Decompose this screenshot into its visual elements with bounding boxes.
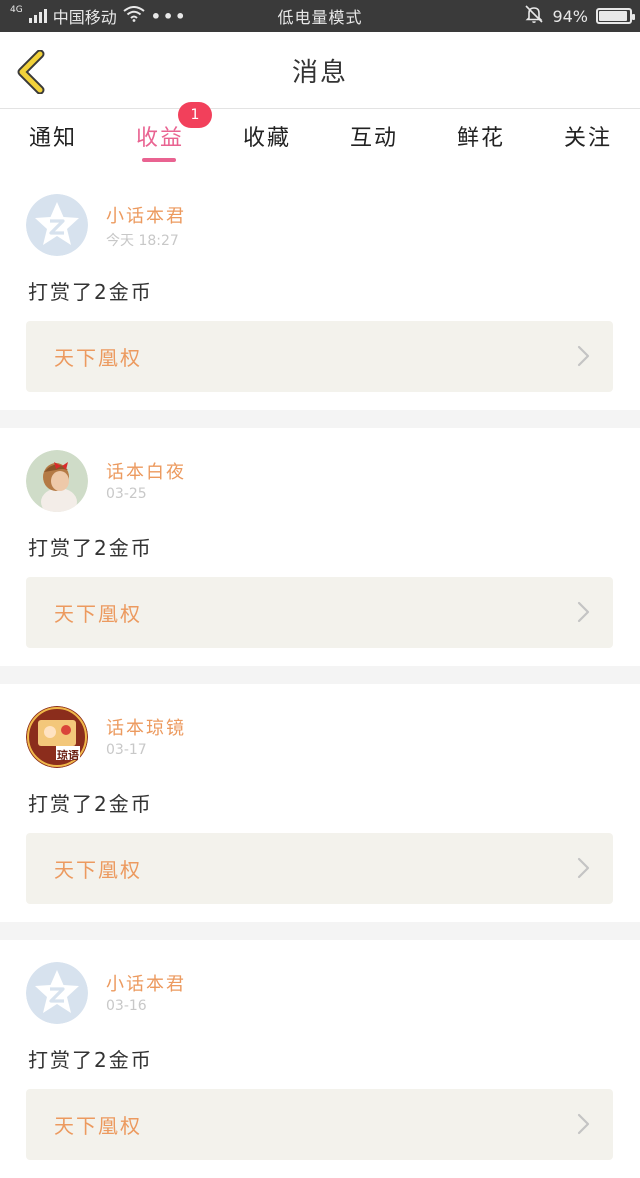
tab-favorites[interactable]: 收藏	[227, 120, 307, 164]
book-link[interactable]: 天下凰权	[26, 1089, 613, 1160]
feed-item: 话本白夜 03-25 打赏了2金币 天下凰权	[0, 428, 640, 666]
feed-item: 小话本君 今天 18:27 打赏了2金币 天下凰权	[0, 172, 640, 410]
tab-bar: 通知 收益 收藏 互动 鲜花 关注	[0, 110, 640, 172]
page-title: 消息	[291, 58, 348, 88]
tab-interactions[interactable]: 互动	[334, 120, 414, 164]
feed-divider	[0, 922, 640, 940]
timestamp: 今天 18:27	[106, 233, 179, 249]
message-feed: 小话本君 今天 18:27 打赏了2金币 天下凰权 话本白夜 03-25 打赏了…	[0, 172, 640, 1178]
username[interactable]: 小话本君	[106, 970, 186, 996]
book-link[interactable]: 天下凰权	[26, 321, 613, 392]
avatar[interactable]	[26, 450, 88, 512]
book-title: 天下凰权	[54, 602, 142, 626]
username[interactable]: 话本琼镜	[106, 714, 186, 740]
message-text: 打赏了2金币	[28, 792, 153, 816]
timestamp: 03-25	[106, 486, 147, 502]
battery-percent: 94%	[552, 6, 588, 26]
timestamp: 03-17	[106, 742, 147, 758]
nav-bar: 消息	[0, 32, 640, 109]
message-text: 打赏了2金币	[28, 280, 153, 304]
tab-label: 关注	[563, 126, 612, 151]
message-text: 打赏了2金币	[28, 536, 153, 560]
book-title: 天下凰权	[54, 858, 142, 882]
avatar-caption: 琼语	[57, 749, 79, 762]
feed-divider	[0, 410, 640, 428]
feed-divider	[0, 666, 640, 684]
chevron-right-icon	[577, 1113, 590, 1135]
silent-bell-icon	[524, 4, 544, 28]
feed-item: 小话本君 03-16 打赏了2金币 天下凰权	[0, 940, 640, 1178]
chevron-right-icon	[577, 345, 590, 367]
battery-icon	[596, 8, 635, 24]
status-bar: 4G 中国移动 ••• 低电量模式 94%	[0, 0, 640, 32]
feed-item: 琼语 话本琼镜 03-17 打赏了2金币 天下凰权	[0, 684, 640, 922]
tab-following[interactable]: 关注	[548, 120, 628, 164]
book-title: 天下凰权	[54, 346, 142, 370]
avatar[interactable]	[26, 962, 88, 1024]
timestamp: 03-16	[106, 998, 147, 1014]
earnings-badge: 1	[178, 102, 212, 128]
tab-label: 收益	[135, 126, 184, 151]
active-tab-indicator	[142, 158, 176, 162]
user-photo-icon	[26, 450, 88, 512]
book-title: 天下凰权	[54, 1114, 142, 1138]
tab-label: 通知	[28, 126, 77, 151]
message-text: 打赏了2金币	[28, 1048, 153, 1072]
book-link[interactable]: 天下凰权	[26, 577, 613, 648]
qq-default-avatar-icon	[26, 962, 88, 1024]
tab-flowers[interactable]: 鲜花	[441, 120, 521, 164]
avatar[interactable]	[26, 194, 88, 256]
chevron-right-icon	[577, 857, 590, 879]
book-link[interactable]: 天下凰权	[26, 833, 613, 904]
status-right: 94%	[524, 0, 635, 32]
avatar[interactable]: 琼语	[26, 706, 88, 768]
qq-default-avatar-icon	[26, 194, 88, 256]
tab-label: 收藏	[242, 126, 291, 151]
battery-fill	[599, 11, 628, 21]
tab-notifications[interactable]: 通知	[13, 120, 93, 164]
username[interactable]: 小话本君	[106, 202, 186, 228]
username[interactable]: 话本白夜	[106, 458, 186, 484]
tab-label: 鲜花	[456, 126, 505, 151]
chevron-right-icon	[577, 601, 590, 623]
tab-label: 互动	[349, 126, 398, 151]
